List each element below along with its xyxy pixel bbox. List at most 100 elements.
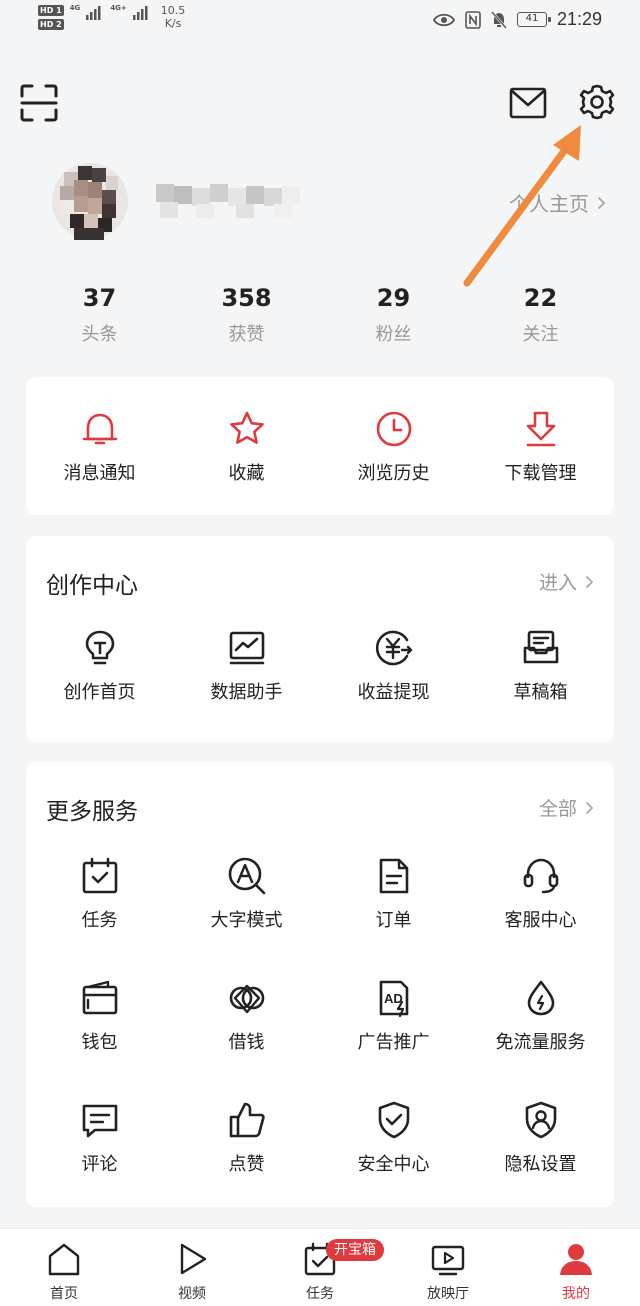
privacy-icon: [525, 1101, 556, 1139]
chart-monitor-icon: [229, 631, 264, 665]
signal-type-1: 4G: [69, 4, 81, 12]
tasks-button[interactable]: 任务: [26, 856, 173, 932]
nav-home[interactable]: 首页: [0, 1229, 128, 1306]
creator-center-grid: 创作首页 数据助手 收益提现 草稿箱: [26, 628, 614, 704]
nav-mine[interactable]: 我的: [512, 1229, 640, 1306]
stat-headlines[interactable]: 37 头条: [26, 282, 173, 346]
free-data-service-button[interactable]: 免流量服务: [467, 978, 614, 1054]
more-services-all-link[interactable]: 全部: [539, 794, 594, 821]
drafts-icon: [523, 630, 558, 664]
comment-icon: [82, 1104, 117, 1138]
orders-button[interactable]: 订单: [320, 856, 467, 932]
nav-video[interactable]: 视频: [128, 1229, 256, 1306]
stat-value: 358: [221, 284, 272, 312]
tv-icon: [431, 1245, 465, 1276]
grid-label: 草稿箱: [513, 682, 568, 703]
treasure-box-badge[interactable]: 开宝箱: [326, 1239, 384, 1261]
nfc-icon: [465, 10, 481, 29]
headset-icon: [523, 858, 558, 894]
drafts-button[interactable]: 草稿箱: [467, 628, 614, 704]
stat-followers[interactable]: 29 粉丝: [320, 282, 467, 346]
nav-label: 首页: [50, 1286, 78, 1302]
more-services-grid: 任务 大字模式 订单 客服中心 钱包 借钱 AD 广告推广 免流量服务 评论 点…: [26, 856, 614, 1176]
blurred-username-image: [156, 184, 300, 218]
messages-button[interactable]: [509, 86, 547, 120]
net-speed-value: 10.5: [160, 4, 186, 17]
net-speed: 10.5 K/s: [161, 4, 186, 30]
lightbulb-icon: [85, 630, 114, 665]
grid-label: 大字模式: [210, 910, 283, 931]
grid-label: 创作首页: [63, 682, 136, 703]
bottom-nav: 首页 视频 任务 开宝箱 放映厅 我的: [0, 1228, 640, 1306]
avatar[interactable]: [50, 158, 130, 244]
quick-actions-card: 消息通知 收藏 浏览历史 下载管理: [26, 377, 614, 515]
play-icon: [180, 1243, 207, 1275]
privacy-settings-button[interactable]: 隐私设置: [467, 1100, 614, 1176]
wallet-icon: [82, 980, 117, 1015]
stat-label: 关注: [522, 324, 559, 345]
grid-label: 下载管理: [504, 463, 577, 484]
stat-value: 29: [376, 284, 411, 312]
hd2-badge: HD 2: [38, 19, 64, 30]
battery-icon: 41: [516, 12, 551, 27]
stat-following[interactable]: 22 关注: [467, 282, 614, 346]
nav-tasks[interactable]: 任务 开宝箱: [256, 1229, 384, 1306]
security-center-button[interactable]: 安全中心: [320, 1100, 467, 1176]
clock-icon: [376, 411, 411, 447]
likes-button[interactable]: 点赞: [173, 1100, 320, 1176]
nav-label: 我的: [562, 1286, 590, 1302]
history-button[interactable]: 浏览历史: [320, 409, 467, 485]
user-icon: [560, 1244, 592, 1275]
creator-center-card: 创作中心 进入 创作首页 数据助手 收益提现 草稿箱: [26, 536, 614, 742]
grid-label: 数据助手: [210, 682, 283, 703]
grid-label: 订单: [375, 910, 412, 931]
eye-icon: [432, 13, 455, 26]
document-icon: [379, 858, 408, 894]
nav-label: 任务: [306, 1286, 334, 1302]
grid-label: 钱包: [81, 1032, 118, 1053]
more-services-card: 更多服务 全部 任务 大字模式 订单 客服中心 钱包 借钱 AD 广告推广 免流…: [26, 762, 614, 1207]
earnings-withdraw-button[interactable]: 收益提现: [320, 628, 467, 704]
notifications-button[interactable]: 消息通知: [26, 409, 173, 485]
large-font-mode-button[interactable]: 大字模式: [173, 856, 320, 932]
stats-row: 37 头条 358 获赞 29 粉丝 22 关注: [26, 282, 614, 346]
settings-button[interactable]: [578, 83, 616, 121]
chevron-right-icon: [597, 196, 606, 209]
creator-home-button[interactable]: 创作首页: [26, 628, 173, 704]
shield-check-icon: [378, 1101, 409, 1139]
stat-label: 粉丝: [375, 324, 412, 345]
stat-label: 获赞: [228, 324, 265, 345]
thumbs-up-icon: [229, 1102, 265, 1138]
data-assistant-button[interactable]: 数据助手: [173, 628, 320, 704]
grid-label: 收藏: [228, 463, 265, 484]
home-icon: [48, 1243, 80, 1276]
scan-button[interactable]: [20, 84, 58, 122]
nav-theater[interactable]: 放映厅: [384, 1229, 512, 1306]
customer-service-button[interactable]: 客服中心: [467, 856, 614, 932]
hd1-badge: HD 1: [38, 5, 64, 16]
loan-icon: [229, 984, 264, 1014]
signal-icon: [86, 6, 101, 20]
mute-bell-icon: [491, 10, 507, 29]
grid-label: 客服中心: [504, 910, 577, 931]
favorites-button[interactable]: 收藏: [173, 409, 320, 485]
wallet-button[interactable]: 钱包: [26, 978, 173, 1054]
enter-label: 进入: [538, 572, 577, 594]
profile-home-link[interactable]: 个人主页: [509, 188, 606, 217]
downloads-button[interactable]: 下载管理: [467, 409, 614, 485]
comments-button[interactable]: 评论: [26, 1100, 173, 1176]
chevron-right-icon: [585, 575, 594, 588]
creator-center-enter-link[interactable]: 进入: [539, 568, 594, 595]
loan-button[interactable]: 借钱: [173, 978, 320, 1054]
bell-icon: [82, 413, 117, 445]
ad-promotion-button[interactable]: AD 广告推广: [320, 978, 467, 1054]
status-right: 41 21:29: [432, 9, 602, 30]
star-icon: [229, 411, 264, 444]
grid-label: 消息通知: [63, 463, 136, 484]
yuan-icon: [375, 630, 412, 666]
nav-label: 视频: [178, 1286, 206, 1302]
stat-likes[interactable]: 358 获赞: [173, 282, 320, 346]
stat-label: 头条: [81, 324, 118, 345]
avatar-image: [52, 163, 128, 240]
grid-label: 安全中心: [357, 1154, 430, 1175]
